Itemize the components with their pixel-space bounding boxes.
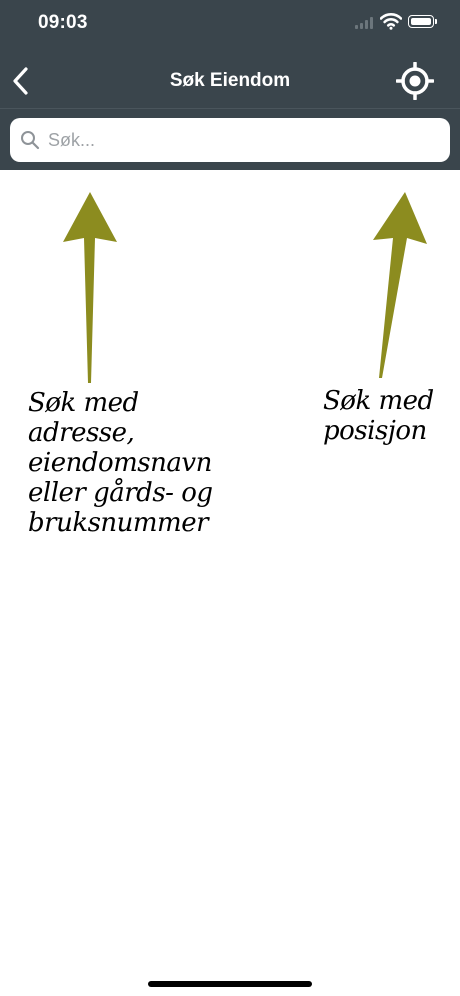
search-icon xyxy=(21,131,40,150)
search-field[interactable] xyxy=(10,118,450,162)
annotation-right-line: Søk med xyxy=(323,386,434,416)
page-title: Søk Eiendom xyxy=(169,70,291,91)
annotation-left-line: eiendomsnavn xyxy=(28,448,212,478)
annotation-arrow-right xyxy=(373,192,427,378)
battery-icon xyxy=(408,15,437,28)
cellular-signal-icon xyxy=(355,17,375,29)
search-input[interactable] xyxy=(46,128,430,152)
annotation-arrow-left xyxy=(63,192,117,383)
locate-position-button[interactable] xyxy=(396,62,434,100)
annotation-left-line: bruksnummer xyxy=(28,508,209,538)
status-time: 09:03 xyxy=(38,12,88,33)
search-bar xyxy=(0,108,460,170)
top-bar: 09:03 Søk Eiendom xyxy=(0,0,460,108)
annotation-left-line: adresse, xyxy=(28,418,135,448)
annotation-right-line: posisjon xyxy=(323,416,427,446)
annotation-left-line: Søk med xyxy=(28,388,139,418)
annotation-left-line: eller gårds- og xyxy=(28,478,213,508)
annotation-left: Søk med adresse, eiendomsnavn eller gård… xyxy=(28,388,213,538)
annotation-right: Søk med posisjon xyxy=(323,386,434,446)
wifi-icon xyxy=(380,13,402,30)
home-indicator[interactable] xyxy=(148,981,312,987)
